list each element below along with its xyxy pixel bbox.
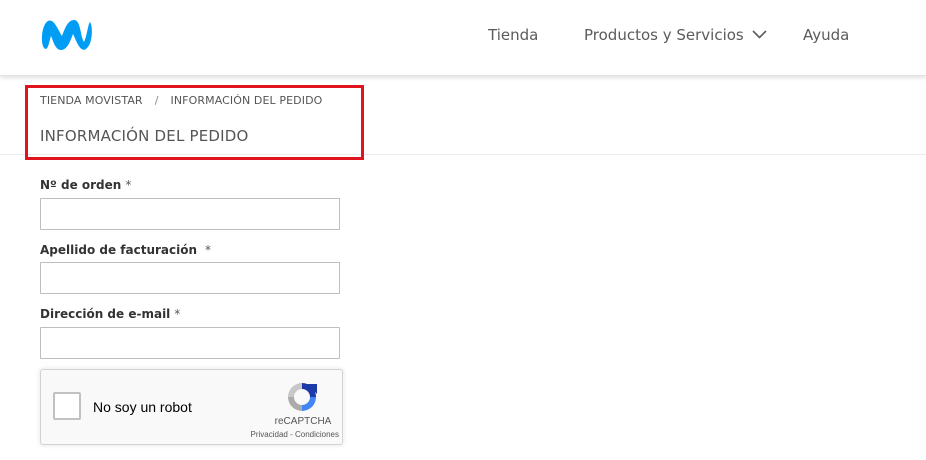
nav-tienda[interactable]: Tienda [488, 26, 538, 44]
recaptcha-widget: No soy un robot reCAPTCHA Privacidad - C… [40, 369, 343, 445]
nav-ayuda[interactable]: Ayuda [803, 26, 849, 44]
recaptcha-label: No soy un robot [93, 399, 192, 415]
chevron-down-icon [752, 30, 767, 39]
recaptcha-privacy-link[interactable]: Privacidad [251, 430, 288, 439]
email-label-text: Dirección de e-mail [40, 307, 171, 321]
highlight-box [25, 85, 364, 160]
recaptcha-brand: reCAPTCHA [274, 416, 332, 427]
order-number-label: Nº de orden * [40, 178, 131, 192]
nav-productos-servicios[interactable]: Productos y Servicios [584, 26, 767, 44]
order-number-input[interactable] [40, 198, 340, 230]
billing-surname-label: Apellido de facturación * [40, 243, 211, 257]
email-label: Dirección de e-mail * [40, 307, 180, 321]
recaptcha-links-dash: - [287, 430, 295, 439]
required-marker: * [205, 243, 212, 257]
site-header: Tienda Productos y Servicios Ayuda [0, 0, 926, 76]
billing-surname-label-text: Apellido de facturación [40, 243, 198, 257]
nav-productos-label: Productos y Servicios [584, 26, 744, 44]
email-input[interactable] [40, 327, 340, 359]
recaptcha-logo-icon [288, 383, 317, 411]
required-marker: * [125, 178, 132, 192]
billing-surname-input[interactable] [40, 262, 340, 294]
recaptcha-links: Privacidad - Condiciones [237, 430, 340, 439]
order-number-label-text: Nº de orden [40, 178, 122, 192]
movistar-logo-icon[interactable] [38, 14, 94, 54]
recaptcha-terms-link[interactable]: Condiciones [295, 430, 339, 439]
recaptcha-checkbox[interactable] [53, 392, 81, 420]
required-marker: * [174, 307, 181, 321]
